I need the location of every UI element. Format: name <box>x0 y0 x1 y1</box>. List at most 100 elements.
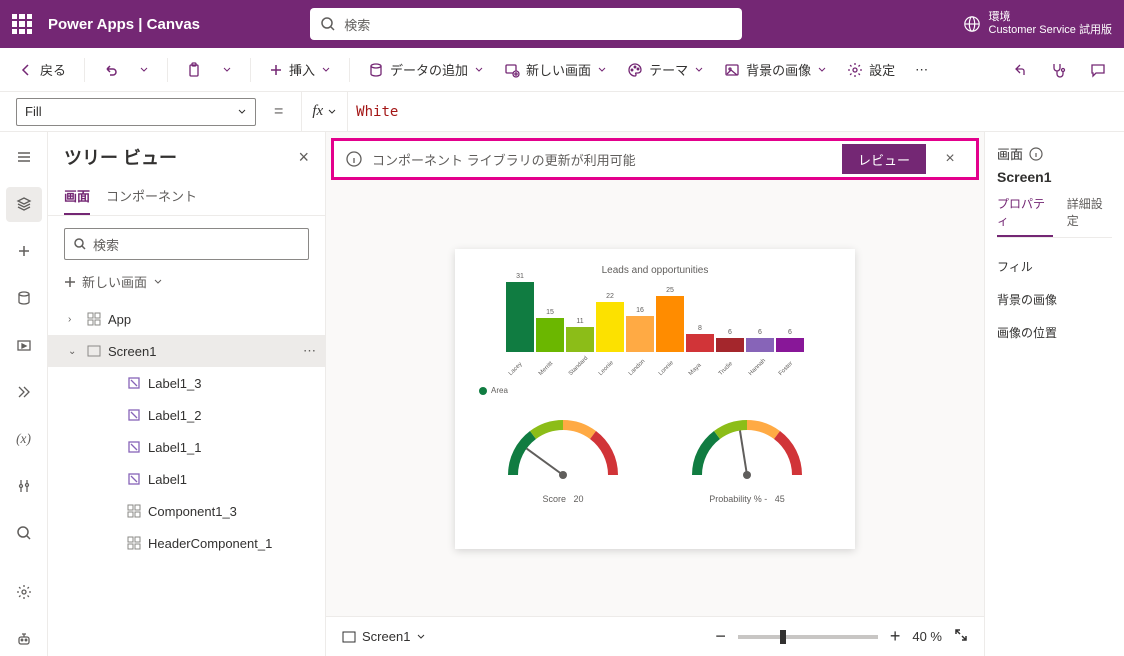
env-label: 環境 <box>989 11 1112 24</box>
gauge-row: Score 20 Probability % - 45 <box>471 415 839 504</box>
tab-screens[interactable]: 画面 <box>64 178 90 215</box>
search-rail-button[interactable] <box>6 515 42 550</box>
plus-icon <box>16 243 32 259</box>
hamburger-button[interactable] <box>6 140 42 175</box>
insert-rail-button[interactable] <box>6 234 42 269</box>
zoom-in-button[interactable]: + <box>890 626 901 647</box>
undo-button[interactable] <box>95 54 127 86</box>
tree-search[interactable]: 検索 <box>64 228 309 260</box>
gear-icon <box>847 62 863 78</box>
chevron-down-icon <box>817 65 827 75</box>
bar: 11Standard <box>566 318 594 368</box>
bar: 6Trudie <box>716 329 744 368</box>
property-selector[interactable]: Fill <box>16 98 256 126</box>
image-icon <box>724 62 740 78</box>
canvas-area: コンポーネント ライブラリの更新が利用可能 レビュー × Leads and o… <box>326 132 984 656</box>
gauge: Score 20 <box>498 415 628 504</box>
zoom-out-button[interactable]: − <box>715 626 726 647</box>
share-icon <box>1010 62 1026 78</box>
add-data-button[interactable]: データの追加 <box>360 54 492 86</box>
tab-components[interactable]: コンポーネント <box>106 178 197 215</box>
chevron-down-icon <box>321 65 331 75</box>
tree-node-screen1[interactable]: ⌄Screen1⋯ <box>48 335 325 367</box>
cylinder-icon <box>16 290 32 306</box>
fit-button[interactable] <box>954 628 968 645</box>
tree-node[interactable]: Component1_3 <box>48 495 325 527</box>
global-search[interactable]: 検索 <box>310 8 742 40</box>
data-rail-button[interactable] <box>6 281 42 316</box>
media-rail-button[interactable] <box>6 328 42 363</box>
info-icon <box>346 151 362 167</box>
command-bar: 戻る 挿入 データの追加 新しい画面 テーマ 背景の画像 設定 ⋯ <box>0 48 1124 92</box>
flow-icon <box>16 384 32 400</box>
gauge: Probability % - 45 <box>682 415 812 504</box>
zoom-value: 40 % <box>912 629 942 644</box>
back-button[interactable]: 戻る <box>10 54 74 86</box>
plus-icon <box>269 63 283 77</box>
variables-button[interactable]: (x) <box>6 421 42 456</box>
tab-advanced[interactable]: 詳細設定 <box>1067 195 1112 237</box>
tab-properties[interactable]: プロパティ <box>997 195 1053 237</box>
new-screen-button[interactable]: 新しい画面 <box>496 54 615 86</box>
undo-dropdown[interactable] <box>131 54 157 86</box>
properties-panel: 画面 Screen1 プロパティ 詳細設定 フィル背景の画像画像の位置 <box>984 132 1124 656</box>
waffle-icon[interactable] <box>12 14 32 34</box>
close-icon[interactable]: × <box>298 147 309 168</box>
chevron-down-icon <box>237 107 247 117</box>
chart-legend: Area <box>479 386 839 395</box>
chevron-down-icon <box>474 65 484 75</box>
chevron-down-icon <box>139 65 149 75</box>
comments-button[interactable] <box>1082 54 1114 86</box>
bar: 8Maya <box>686 325 714 368</box>
environment-picker[interactable]: 環境 Customer Service 試用版 <box>963 11 1112 37</box>
screen-plus-icon <box>504 62 520 78</box>
expand-icon <box>954 628 968 642</box>
tree-node[interactable]: Label1_2 <box>48 399 325 431</box>
bar: 6Hannah <box>746 329 774 368</box>
new-screen-link[interactable]: 新しい画面 <box>48 268 325 299</box>
chevron-down-icon <box>327 107 337 117</box>
info-icon[interactable] <box>1029 147 1043 161</box>
tree-node[interactable]: Label1_1 <box>48 431 325 463</box>
tree-node[interactable]: HeaderComponent_1 <box>48 527 325 559</box>
close-notification-button[interactable]: × <box>936 145 964 173</box>
notification-message: コンポーネント ライブラリの更新が利用可能 <box>372 150 636 169</box>
undo-icon <box>103 62 119 78</box>
property-row[interactable]: 背景の画像 <box>997 283 1112 316</box>
screen-selector[interactable]: Screen1 <box>342 629 426 644</box>
property-row[interactable]: 画像の位置 <box>997 316 1112 349</box>
bg-image-button[interactable]: 背景の画像 <box>716 54 835 86</box>
property-row[interactable]: フィル <box>997 250 1112 283</box>
ask-button[interactable] <box>6 621 42 656</box>
bar-chart: 31Lacey15Merritt11Standard22Leonie16Land… <box>471 288 839 368</box>
tree-node[interactable]: Label1 <box>48 463 325 495</box>
more-button[interactable]: ⋯ <box>907 54 936 86</box>
paste-button[interactable] <box>178 54 210 86</box>
node-more-icon[interactable]: ⋯ <box>303 343 317 359</box>
tree-list: ›App ⌄Screen1⋯ Label1_3Label1_2Label1_1L… <box>48 299 325 644</box>
paste-dropdown[interactable] <box>214 54 240 86</box>
advanced-tools-button[interactable] <box>6 468 42 503</box>
chevron-down-icon <box>222 65 232 75</box>
fx-label[interactable]: fx <box>301 92 348 131</box>
bar: 15Merritt <box>536 309 564 368</box>
review-button[interactable]: レビュー <box>842 144 926 174</box>
settings-rail-button[interactable] <box>6 574 42 609</box>
checker-button[interactable] <box>1042 54 1074 86</box>
tree-view-panel: ツリー ビュー × 画面 コンポーネント 検索 新しい画面 ›App ⌄Scre… <box>48 132 326 656</box>
zoom-slider[interactable] <box>738 635 878 639</box>
tree-view-button[interactable] <box>6 187 42 222</box>
theme-button[interactable]: テーマ <box>619 54 712 86</box>
settings-button[interactable]: 設定 <box>839 54 903 86</box>
insert-button[interactable]: 挿入 <box>261 54 339 86</box>
env-name: Customer Service 試用版 <box>989 24 1112 37</box>
bar: 22Leonie <box>596 293 624 368</box>
chevron-down-icon <box>597 65 607 75</box>
tree-node-app[interactable]: ›App <box>48 303 325 335</box>
formula-input[interactable]: White <box>356 104 1108 120</box>
power-automate-button[interactable] <box>6 375 42 410</box>
share-button[interactable] <box>1002 54 1034 86</box>
tree-node[interactable]: Label1_3 <box>48 367 325 399</box>
clipboard-icon <box>186 62 202 78</box>
canvas-screen[interactable]: Leads and opportunities 31Lacey15Merritt… <box>455 249 855 549</box>
